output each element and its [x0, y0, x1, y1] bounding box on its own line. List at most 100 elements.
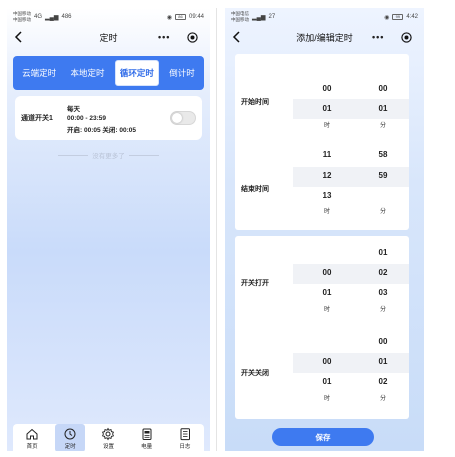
start-hour-picker[interactable]: 00 01 时: [299, 54, 355, 134]
on-hour-picker[interactable]: 00 01 时: [299, 236, 355, 322]
nav-label: 电量: [141, 443, 153, 450]
minute-unit: 分: [379, 209, 386, 215]
nav-settings[interactable]: 设置: [93, 424, 123, 451]
picker-value: 00: [322, 84, 332, 93]
picker-value: 01: [322, 377, 332, 386]
more-icon[interactable]: •••: [372, 32, 384, 42]
on-minute-picker[interactable]: 01 02 03 分: [355, 236, 411, 322]
hour-unit: 时: [323, 123, 330, 129]
divider: [58, 154, 89, 156]
minute-unit: 分: [379, 307, 386, 313]
hour-unit: 时: [323, 307, 330, 313]
toggle-knob: [172, 113, 182, 123]
signal-icon: ▂▄▆: [45, 14, 59, 21]
status-bar: 中国电信 中国移动 ▂▄▆ 27 ◉ 99 4:42: [225, 8, 424, 26]
nav-power[interactable]: 电量: [132, 424, 162, 451]
switch-off-label: 开关关闭: [241, 370, 269, 377]
picker-value: 59: [378, 171, 388, 180]
title-bar: 定时 •••: [7, 26, 210, 48]
nav-timer[interactable]: 定时: [55, 424, 86, 451]
picker-value: 01: [378, 248, 388, 257]
battery-meter-icon: [142, 428, 152, 440]
title-bar: 添加/编辑定时 •••: [225, 26, 424, 48]
list-end-indicator: 没有更多了: [7, 150, 210, 160]
picker-value: 13: [322, 191, 332, 200]
timer-toggle[interactable]: [170, 111, 196, 125]
nav-label: 设置: [102, 443, 114, 450]
log-icon: [180, 427, 190, 440]
start-time-label: 开始时间: [241, 99, 269, 106]
picker-value: 02: [378, 268, 388, 277]
clock-time: 09:44: [188, 14, 204, 20]
end-hour-picker[interactable]: 11 12 13 时: [299, 144, 355, 230]
tab-cycle-timer[interactable]: 循环定时: [114, 60, 159, 86]
carrier-label: 中国移动: [13, 17, 31, 22]
picker-value: 58: [378, 150, 388, 159]
nav-label: 定时: [64, 443, 76, 450]
picker-value: 00: [322, 268, 332, 277]
signal-icon: ▂▄▆: [252, 14, 266, 21]
timer-card[interactable]: 通道开关1 每天 00:00 - 23:59 开启: 00:05 关闭: 00:…: [15, 96, 202, 140]
tab-local-timer[interactable]: 本地定时: [67, 61, 109, 85]
hour-unit: 时: [323, 396, 330, 402]
speed-label: 486: [61, 14, 72, 20]
nav-log[interactable]: 日志: [170, 424, 200, 451]
picker-value: 12: [322, 171, 332, 180]
picker-value: 00: [322, 357, 332, 366]
divider: [128, 154, 159, 156]
back-icon[interactable]: [230, 29, 244, 45]
edit-timer-screen: 中国电信 中国移动 ▂▄▆ 27 ◉ 99 4:42 添加/编辑定时 ••• 开…: [225, 8, 424, 451]
bottom-nav: 首页 定时 设置 电量 日志: [13, 424, 204, 451]
hour-unit: 时: [323, 209, 330, 215]
tab-countdown[interactable]: 倒计时: [165, 61, 199, 85]
picker-value: 02: [378, 377, 388, 386]
picker-value: 01: [322, 104, 332, 113]
end-minute-picker[interactable]: 58 59 分: [355, 144, 411, 230]
picker-value: 03: [378, 288, 388, 297]
home-icon: [26, 428, 38, 439]
duration-section: 开关打开 00 01 时 01 02 03 分 开关关闭 00 01 时 00 …: [235, 236, 409, 419]
timer-repeat: 每天: [67, 105, 80, 113]
nav-home[interactable]: 首页: [17, 424, 47, 451]
page-title: 定时: [99, 32, 118, 43]
network-label: 4G: [34, 14, 43, 20]
close-miniprogram-icon[interactable]: [401, 31, 412, 43]
carrier-label: 中国移动: [231, 17, 249, 22]
battery-icon: 86: [174, 14, 186, 20]
back-icon[interactable]: [12, 29, 26, 45]
picker-value: 01: [378, 104, 388, 113]
mini-program-capsule: •••: [366, 29, 418, 45]
timer-detail: 开启: 00:05 关闭: 00:05: [67, 126, 136, 134]
picker-value: 01: [378, 357, 388, 366]
timer-info: 每天 00:00 - 23:59 开启: 00:05 关闭: 00:05: [67, 103, 170, 134]
picker-value: 11: [322, 150, 332, 159]
clock-icon: [64, 428, 76, 439]
battery-icon: 99: [392, 14, 404, 20]
picker-value: 01: [322, 288, 332, 297]
timer-type-tabs: 云端定时 本地定时 循环定时 倒计时: [13, 56, 204, 90]
timer-range: 00:00 - 23:59: [67, 114, 107, 122]
off-hour-picker[interactable]: 00 01 时: [299, 326, 355, 416]
no-more-label: 没有更多了: [92, 153, 125, 160]
switch-on-label: 开关打开: [241, 280, 269, 287]
end-time-label: 结束时间: [241, 186, 269, 193]
off-minute-picker[interactable]: 00 01 02 分: [355, 326, 411, 416]
picker-value: 00: [378, 84, 388, 93]
screen-divider: [216, 8, 217, 451]
eye-icon: ◉: [166, 14, 172, 21]
page-title: 添加/编辑定时: [296, 32, 353, 43]
tab-cloud-timer[interactable]: 云端定时: [18, 61, 60, 85]
timer-list-screen: 中国移动 中国移动 4G ▂▄▆ 486 ◉ 86 09:44 定时 ••• 云…: [7, 8, 210, 451]
start-minute-picker[interactable]: 00 01 分: [355, 54, 411, 134]
minute-unit: 分: [379, 123, 386, 129]
mini-program-capsule: •••: [152, 29, 204, 45]
more-icon[interactable]: •••: [158, 32, 170, 42]
save-button[interactable]: 保存: [272, 428, 374, 446]
minute-unit: 分: [379, 396, 386, 402]
clock-time: 4:42: [406, 14, 418, 20]
speed-label: 27: [268, 14, 276, 20]
time-range-section: 开始时间 00 01 时 00 01 分 结束时间 11 12 13 时 58 …: [235, 54, 409, 230]
picker-value: 00: [378, 337, 388, 346]
close-miniprogram-icon[interactable]: [187, 31, 198, 43]
status-bar: 中国移动 中国移动 4G ▂▄▆ 486 ◉ 86 09:44: [7, 8, 210, 26]
